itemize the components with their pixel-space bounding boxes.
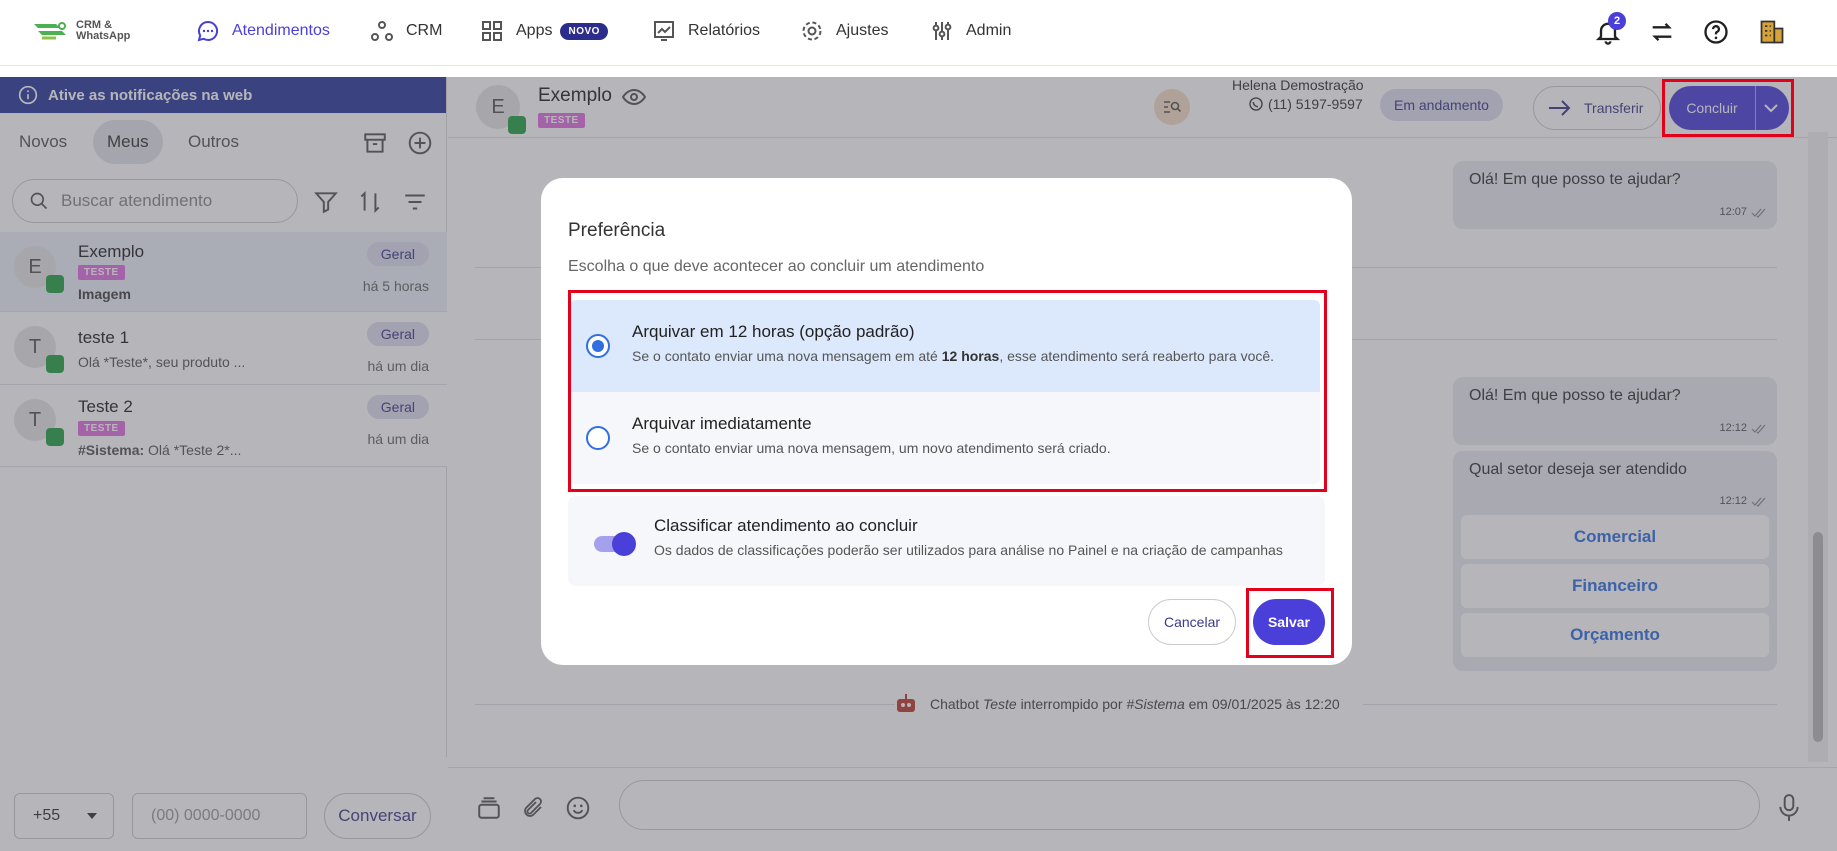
notification-count-badge: 2: [1608, 12, 1626, 30]
modal-title: Preferência: [568, 220, 666, 241]
nav-atendimentos-label: Atendimentos: [232, 22, 330, 39]
modal-subtitle: Escolha o que deve acontecer ao concluir…: [568, 258, 985, 275]
classify-toggle[interactable]: [594, 532, 636, 556]
nav-crm-label: CRM: [406, 22, 443, 39]
company-button[interactable]: [1758, 18, 1786, 46]
logo-icon: [34, 22, 66, 40]
nav-relatorios-label: Relatórios: [688, 22, 761, 39]
classify-toggle-title: Classificar atendimento ao concluir: [654, 516, 918, 535]
logo-line-2: WhatsApp: [76, 30, 131, 42]
classify-toggle-row: Classificar atendimento ao concluir Os d…: [568, 496, 1325, 586]
help-circle-icon: [1704, 20, 1728, 44]
gear-icon: [802, 21, 822, 41]
nav-admin[interactable]: Admin: [930, 0, 1011, 62]
preference-modal: Preferência Escolha o que deve acontecer…: [541, 178, 1352, 665]
chat-bubble-icon: [197, 20, 219, 42]
highlight-box-options: [568, 290, 1327, 492]
nav-ajustes-label: Ajustes: [836, 22, 889, 39]
app-logo[interactable]: CRM & WhatsApp: [32, 18, 130, 44]
help-button[interactable]: [1702, 18, 1730, 46]
nav-apps-label: Apps: [516, 22, 553, 39]
top-navigation-bar: CRM & WhatsApp Atendimentos CRM Apps NOV…: [0, 0, 1837, 66]
apps-grid-icon: [482, 21, 502, 41]
nav-crm[interactable]: CRM: [370, 0, 442, 62]
report-chart-icon: [654, 21, 674, 41]
nav-relatorios[interactable]: Relatórios: [652, 0, 760, 62]
nav-ajustes[interactable]: Ajustes: [800, 0, 888, 62]
nav-apps[interactable]: Apps NOVO: [480, 0, 608, 62]
toggle-knob: [612, 532, 636, 556]
swap-button[interactable]: [1648, 18, 1676, 46]
cancel-button[interactable]: Cancelar: [1148, 599, 1236, 645]
highlight-box-save: [1246, 588, 1334, 658]
crm-nodes-icon: [371, 21, 393, 41]
nav-atendimentos[interactable]: Atendimentos: [196, 0, 330, 62]
sliders-icon: [932, 22, 952, 40]
classify-toggle-desc: Os dados de classificações poderão ser u…: [654, 542, 1283, 558]
nav-admin-label: Admin: [966, 22, 1012, 39]
building-icon: [1760, 20, 1784, 44]
swap-arrows-icon: [1652, 23, 1672, 41]
highlight-box-conclude: [1662, 79, 1794, 137]
new-badge: NOVO: [560, 22, 608, 40]
